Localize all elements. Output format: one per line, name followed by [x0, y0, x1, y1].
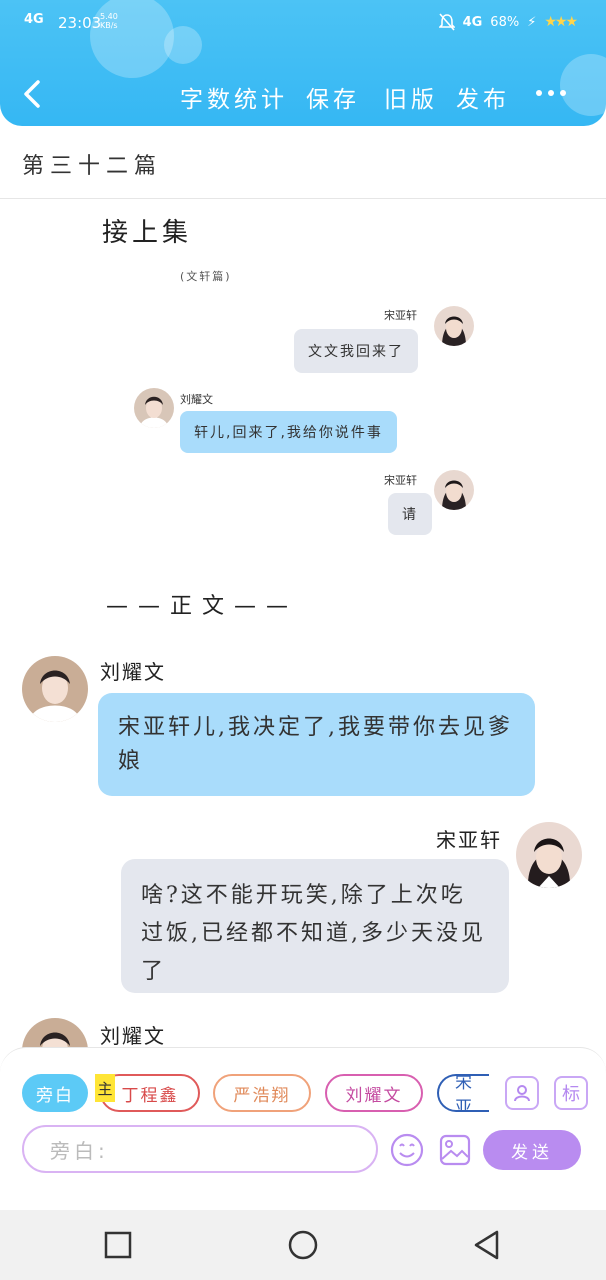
system-nav-bar [0, 1210, 606, 1280]
back-icon[interactable] [470, 1228, 504, 1262]
message-bubble: 文文我回来了 [294, 329, 418, 373]
role-chip[interactable]: 严浩翔 [213, 1074, 311, 1112]
message-input[interactable]: 旁白: [22, 1125, 378, 1173]
word-count-button[interactable]: 字数统计 [180, 80, 288, 114]
clock: 23:03 [58, 14, 102, 32]
input-placeholder: 旁白: [50, 1138, 109, 1163]
publish-button[interactable]: 发布 [456, 80, 510, 114]
status-right: 4G 68% ⚡ ★★★ [438, 13, 578, 31]
old-version-button[interactable]: 旧版 [384, 80, 438, 114]
save-button[interactable]: 保存 [306, 80, 360, 114]
message-sender: 刘耀文 [100, 1024, 166, 1048]
recap-image: 宋亚轩 文文我回来了 刘耀文 轩儿,回来了,我给你说件事 宋亚轩 请 [126, 295, 478, 550]
message-sender: 宋亚轩 [384, 309, 417, 322]
image-icon[interactable] [438, 1133, 472, 1167]
message-sender: 宋亚轩 [384, 474, 417, 487]
message-sender: 宋亚轩 [436, 828, 502, 852]
person-icon [514, 1085, 530, 1102]
notification-muted-icon [438, 13, 455, 31]
network-speed-value: 5.40 [100, 12, 118, 21]
message-sender: 刘耀文 [180, 393, 213, 406]
status-bar: 4G 23:03 5.40 KB/s 4G 68% ⚡ ★★★ [0, 10, 606, 36]
back-arrow-icon[interactable] [20, 78, 44, 110]
home-icon[interactable] [286, 1228, 320, 1262]
editor-toolbar: 字数统计 保存 旧版 发布 [0, 70, 606, 118]
more-options-icon[interactable] [536, 90, 566, 96]
avatar [434, 470, 474, 510]
message-bubble: 轩儿,回来了,我给你说件事 [180, 411, 397, 453]
avatar [434, 306, 474, 346]
add-role-button[interactable] [505, 1076, 539, 1110]
avatar[interactable] [516, 822, 582, 888]
network-speed-unit: KB/s [100, 21, 118, 30]
stars-icon: ★★★ [544, 14, 578, 30]
top-header: 4G 23:03 5.40 KB/s 4G 68% ⚡ ★★★ 字数统计 保存 … [0, 0, 606, 126]
divider [0, 198, 606, 199]
avatar[interactable] [22, 656, 88, 722]
chapter-title[interactable]: 第三十二篇 [22, 148, 162, 180]
recap-note: (文轩篇) [180, 270, 232, 283]
recap-title: 接上集 [102, 218, 193, 248]
message-bubble[interactable]: 啥?这不能开玩笑,除了上次吃过饭,已经都不知道,多少天没见了 [121, 859, 509, 993]
message-bubble[interactable]: 宋亚轩儿,我决定了,我要带你去见爹娘 [98, 693, 535, 796]
emoji-icon[interactable] [390, 1133, 424, 1167]
tag-button[interactable]: 标 [554, 1076, 588, 1110]
recent-apps-icon[interactable] [101, 1228, 135, 1262]
battery-level: 68% [490, 14, 520, 30]
section-separator: ——正文—— [106, 594, 299, 619]
role-chip-narrator[interactable]: 旁白 [22, 1074, 88, 1112]
role-chip[interactable]: 丁程鑫 [100, 1074, 200, 1112]
message-bubble: 请 [388, 493, 432, 535]
network-speed: 5.40 KB/s [100, 12, 118, 30]
message-sender: 刘耀文 [100, 660, 166, 684]
avatar [134, 388, 174, 428]
send-button[interactable]: 发送 [483, 1130, 581, 1170]
main-role-marker: 主 [95, 1074, 115, 1102]
role-chip[interactable]: 刘耀文 [325, 1074, 423, 1112]
signal-indicator: 4G [24, 12, 44, 27]
charging-icon: ⚡ [527, 14, 537, 30]
role-chip[interactable]: 宋亚 [437, 1074, 489, 1112]
network-type: 4G [462, 14, 483, 30]
